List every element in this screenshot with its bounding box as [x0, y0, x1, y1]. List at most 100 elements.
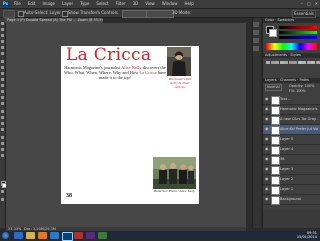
eraser-tool-icon[interactable] [1, 84, 4, 87]
3d-rotate-tool-icon[interactable] [1, 136, 4, 139]
exposure-icon[interactable] [279, 61, 284, 64]
visibility-eye-icon[interactable]: ◉ [265, 137, 269, 141]
menu-3d[interactable]: 3D [133, 1, 139, 7]
path-selection-tool-icon[interactable] [1, 122, 4, 125]
layer-row[interactable]: ◉ Layer 3 [263, 165, 320, 175]
black-white-icon[interactable] [297, 61, 302, 64]
blue-slider[interactable] [279, 36, 317, 39]
visibility-eye-icon[interactable]: ◉ [265, 97, 269, 101]
channel-mixer-icon[interactable] [306, 61, 311, 64]
panel-background-swatch[interactable] [269, 29, 277, 37]
move-tool-preset-icon[interactable] [3, 10, 15, 18]
visibility-eye-icon[interactable]: ◉ [265, 177, 269, 181]
layer-row[interactable]: ◉ Layer 2 [263, 175, 320, 185]
3d-camera-tool-icon[interactable] [1, 142, 4, 145]
ie-taskbar-icon[interactable] [14, 232, 23, 239]
blur-tool-icon[interactable] [1, 96, 4, 99]
vibrance-icon[interactable] [284, 61, 288, 64]
page-number[interactable]: 38 [66, 193, 72, 200]
history-panel-icon[interactable] [253, 22, 259, 27]
distribute-buttons[interactable] [146, 10, 174, 18]
layer-row[interactable]: ◉ Layer 1 [263, 185, 320, 195]
photo-filter-icon[interactable] [302, 61, 306, 64]
green-slider[interactable] [279, 31, 317, 34]
minimize-button[interactable]: – [301, 1, 303, 7]
tab-styles[interactable]: Styles [290, 53, 301, 57]
history-brush-tool-icon[interactable] [1, 78, 4, 81]
brightness-icon[interactable] [266, 61, 270, 64]
crop-tool-icon[interactable] [1, 46, 4, 49]
layer-row[interactable]: ◉ Alice Kel Prefer Jut Vor... [263, 125, 320, 135]
layer-row[interactable]: ◉ Layer 5 [263, 135, 320, 145]
tab-paths[interactable]: Paths [299, 78, 309, 82]
photo-caption-bottom[interactable]: Band Set! Photo · Alice Kelly [153, 189, 196, 193]
character-panel-icon[interactable] [253, 38, 259, 43]
workspace-switcher[interactable]: Essentials [292, 10, 316, 18]
acrobat-taskbar-icon[interactable] [74, 232, 83, 239]
close-button[interactable]: ✕ [315, 1, 318, 7]
visibility-eye-icon[interactable]: ◉ [265, 127, 269, 131]
screen-mode-icon[interactable] [1, 198, 4, 201]
menu-image[interactable]: Image [42, 1, 55, 7]
dodge-tool-icon[interactable] [1, 102, 4, 105]
layer-row[interactable]: ◉ Background [263, 195, 320, 205]
move-tool-icon[interactable] [1, 22, 4, 25]
menu-layer[interactable]: Layer [62, 1, 73, 7]
tab-adjustments[interactable]: Adjustments [265, 53, 287, 57]
marquee-tool-icon[interactable] [1, 28, 4, 31]
document-page[interactable]: La Cricca Harmonic Magazine's journalist… [61, 46, 199, 204]
visibility-eye-icon[interactable]: ◉ [265, 147, 269, 151]
eyedropper-tool-icon[interactable] [1, 52, 4, 55]
tab-color[interactable]: Color [265, 18, 274, 22]
visibility-eye-icon[interactable]: ◉ [265, 197, 269, 201]
quick-select-tool-icon[interactable] [1, 40, 4, 43]
visibility-eye-icon[interactable]: ◉ [265, 107, 269, 111]
cover-subtitle[interactable]: Harmonic Magazine's journalist Alice Kel… [64, 65, 166, 80]
color-balance-icon[interactable] [293, 61, 297, 64]
gradient-tool-icon[interactable] [1, 90, 4, 93]
menu-select[interactable]: Select [96, 1, 108, 7]
menu-help[interactable]: Help [184, 1, 193, 7]
hue-saturation-icon[interactable] [288, 61, 293, 64]
menu-filter[interactable]: Filter [116, 1, 126, 7]
tab-channels[interactable]: Channels [280, 78, 296, 82]
layer-row[interactable]: ◉ Layer 4 [263, 145, 320, 155]
shape-tool-icon[interactable] [1, 128, 4, 131]
start-button-icon[interactable] [2, 232, 9, 239]
levels-icon[interactable] [270, 61, 275, 64]
brush-tool-icon[interactable] [1, 66, 4, 69]
align-buttons[interactable] [122, 10, 148, 18]
tab-layers[interactable]: Layers [265, 78, 277, 82]
system-clock[interactable]: 09:31 15/01/2014 [297, 231, 317, 239]
layer-row[interactable]: ◉ Harmonic Magazine's jour... [263, 105, 320, 115]
menu-type[interactable]: Type [80, 1, 89, 7]
maximize-button[interactable]: □ [307, 1, 311, 7]
visibility-eye-icon[interactable]: ◉ [265, 117, 269, 121]
curves-icon[interactable] [275, 61, 279, 64]
pen-tool-icon[interactable] [1, 110, 4, 113]
menu-window[interactable]: Window [162, 1, 178, 7]
visibility-eye-icon[interactable]: ◉ [265, 157, 269, 161]
tab-swatches[interactable]: Swatches [277, 18, 294, 22]
word-taskbar-icon[interactable] [50, 232, 59, 239]
type-tool-icon[interactable] [1, 116, 4, 119]
posterize-icon[interactable] [315, 61, 320, 64]
excel-taskbar-icon[interactable] [98, 232, 107, 239]
red-slider[interactable] [279, 26, 317, 29]
band-group-photo[interactable] [153, 157, 196, 189]
paragraph-panel-icon[interactable] [253, 46, 259, 51]
menu-edit[interactable]: Edit [28, 1, 36, 7]
hand-tool-icon[interactable] [1, 148, 4, 151]
blend-mode-select[interactable]: Normal [265, 84, 282, 91]
healing-brush-tool-icon[interactable] [1, 60, 4, 63]
explorer-taskbar-icon[interactable] [26, 232, 35, 239]
quick-mask-icon[interactable] [1, 190, 4, 193]
onenote-taskbar-icon[interactable] [86, 232, 95, 239]
layer-row[interactable]: ◉ Text ... [263, 95, 320, 105]
visibility-eye-icon[interactable]: ◉ [265, 187, 269, 191]
fill-field[interactable]: Fill: 100% [289, 89, 306, 94]
media-taskbar-icon[interactable] [38, 232, 47, 239]
layer-row[interactable]: ◉ A new C&rs Tor Gray... [263, 115, 320, 125]
visibility-eye-icon[interactable]: ◉ [265, 167, 269, 171]
clone-stamp-tool-icon[interactable] [1, 72, 4, 75]
